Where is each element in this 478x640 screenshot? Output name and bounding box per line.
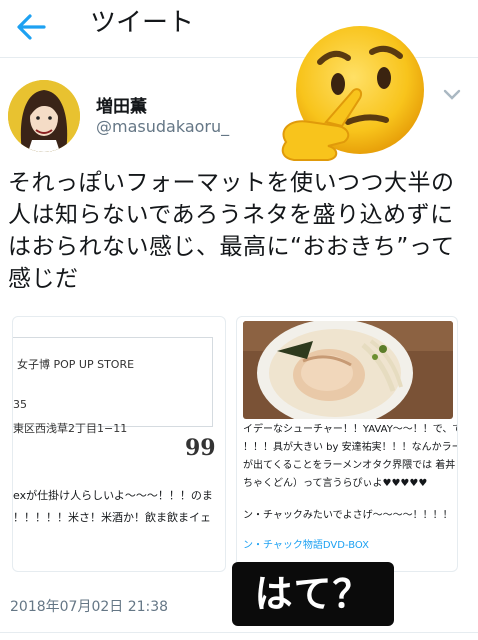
ramen-photo[interactable] bbox=[243, 321, 453, 419]
dvd-box-link[interactable]: ン・チャック物語DVD-BOX bbox=[243, 537, 457, 555]
thinking-face-emoji bbox=[281, 26, 424, 161]
embedded-store-card: 女子博 POP UP STORE 35 東区西浅草2丁目1−11 bbox=[13, 337, 213, 435]
ramen-bowl-image bbox=[243, 321, 453, 419]
ramen-text-line: が出てくることをラーメンオタク界隈では 着丼 bbox=[243, 460, 456, 471]
quoted-ramen-card[interactable]: イデーなシューチャー！！YAVAY〜〜！！で、でか ！！！具が大きい by 安達… bbox=[236, 316, 458, 572]
quoted-text-line: ！！！！！米さ！米酒か！飲ま飲まイェ bbox=[13, 511, 211, 524]
quoted-text: exが仕掛け人らしいよ〜〜〜！！！のま ！！！！！米さ！米酒か！飲ま飲まイェ bbox=[13, 485, 225, 529]
display-name[interactable]: 増田薫 bbox=[96, 92, 147, 117]
quoted-text-line: exが仕掛け人らしいよ〜〜〜！！！のま bbox=[13, 489, 213, 502]
ramen-text-line: イデーなシューチャー！！YAVAY〜〜！！で、でか bbox=[243, 424, 458, 435]
avatar[interactable] bbox=[8, 80, 80, 152]
ramen-text-line: ！！！具が大きい by 安達祐実！！！なんかラーメ bbox=[243, 442, 458, 453]
ramen-text-line: ちゃくどん）って言うらぴぃよ♥♥♥♥♥ bbox=[243, 478, 428, 489]
ramen-text: イデーなシューチャー！！YAVAY〜〜！！で、でか ！！！具が大きい by 安達… bbox=[243, 421, 458, 555]
back-arrow-icon[interactable] bbox=[14, 10, 48, 44]
tweet-timestamp: 2018年07月02日 21:38 bbox=[10, 599, 169, 615]
chevron-down-icon[interactable] bbox=[442, 88, 462, 102]
caption-badge: はて？ bbox=[232, 562, 394, 626]
divider bbox=[0, 632, 478, 633]
store-address-line: 35 bbox=[13, 398, 27, 411]
tweet-text: それっぽいフォーマットを使いつつ大半の人は知らないであろうネタを盛り込めずにはお… bbox=[8, 170, 455, 292]
user-handle[interactable]: @masudakaoru_ bbox=[96, 117, 229, 136]
quote-mark-icon: 99 bbox=[185, 435, 216, 461]
store-title: 女子博 POP UP STORE bbox=[17, 358, 135, 371]
ramen-text-line: ン・チャックみたいでよさげ〜〜〜〜！！！！ bbox=[243, 510, 453, 521]
store-address-line: 東区西浅草2丁目1−11 bbox=[13, 422, 128, 435]
avatar-illustration-icon bbox=[8, 80, 80, 152]
page-title: ツイート bbox=[90, 8, 195, 38]
quoted-tweet-card[interactable]: 女子博 POP UP STORE 35 東区西浅草2丁目1−11 99 exが仕… bbox=[12, 316, 226, 572]
